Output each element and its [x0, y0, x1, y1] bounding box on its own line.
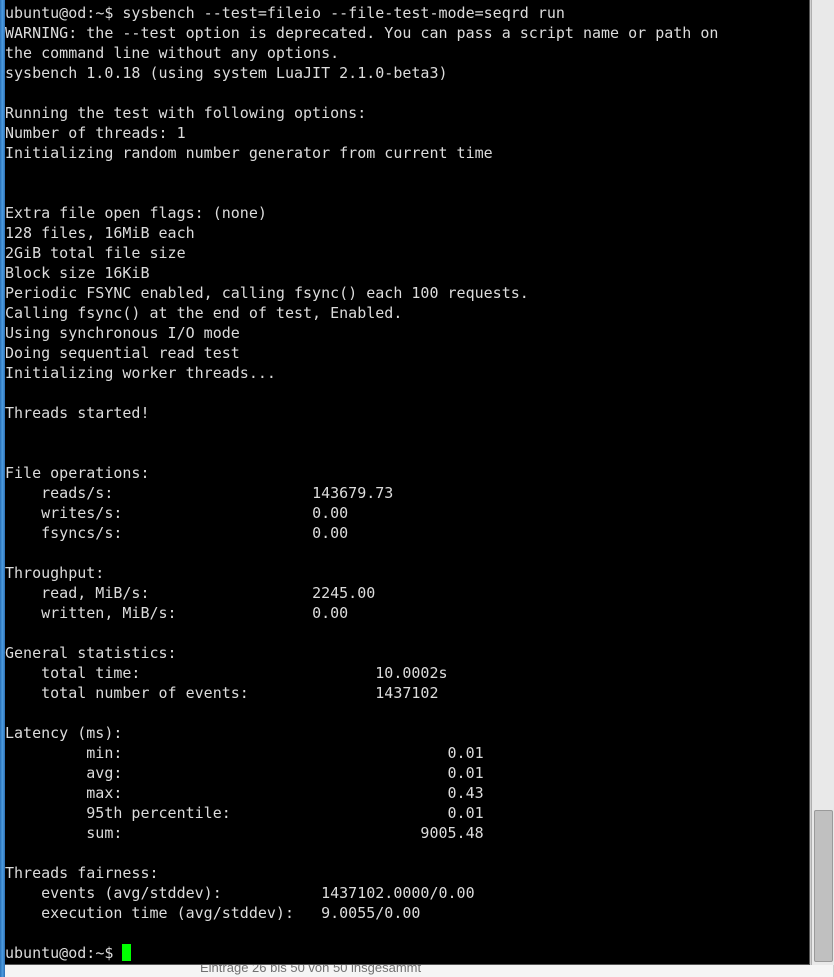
vertical-scrollbar[interactable]: [811, 0, 834, 965]
output-line: Number of threads: 1: [5, 123, 809, 143]
section-header: File operations:: [5, 463, 809, 483]
stat-label: events (avg/stddev):: [5, 884, 222, 902]
stat-value: 0.01: [448, 744, 484, 762]
blank-line: [5, 83, 809, 103]
blank-line: [5, 423, 809, 443]
stat-label: max:: [5, 784, 122, 802]
stat-line: avg: 0.01: [5, 763, 809, 783]
stat-label: fsyncs/s:: [5, 524, 122, 542]
prompt-user-host: ubuntu@od: [5, 4, 86, 22]
stat-value: 1437102: [375, 684, 438, 702]
prompt-path: ~: [95, 4, 104, 22]
stat-line: writes/s: 0.00: [5, 503, 809, 523]
section-header: General statistics:: [5, 643, 809, 663]
output-line: Doing sequential read test: [5, 343, 809, 363]
stat-label: read, MiB/s:: [5, 584, 150, 602]
stat-line: read, MiB/s: 2245.00: [5, 583, 809, 603]
stat-label: total time:: [5, 664, 140, 682]
stat-value: 0.00: [312, 504, 348, 522]
output-line: Periodic FSYNC enabled, calling fsync() …: [5, 283, 809, 303]
blank-line: [5, 703, 809, 723]
stat-label: total number of events:: [5, 684, 249, 702]
stat-value: 10.0002s: [375, 664, 447, 682]
output-line: Initializing random number generator fro…: [5, 143, 809, 163]
prompt-user-host: ubuntu@od: [5, 944, 86, 962]
output-line: Extra file open flags: (none): [5, 203, 809, 223]
background-window-text: Einträge 26 bis 50 von 50 insgesammt: [5, 965, 833, 977]
stat-label: avg:: [5, 764, 122, 782]
output-line: sysbench 1.0.18 (using system LuaJIT 2.1…: [5, 63, 809, 83]
output-line: the command line without any options.: [5, 43, 809, 63]
stat-line: events (avg/stddev): 1437102.0000/0.00: [5, 883, 809, 903]
stat-label: written, MiB/s:: [5, 604, 177, 622]
output-line: Threads started!: [5, 403, 809, 423]
stat-line: written, MiB/s: 0.00: [5, 603, 809, 623]
prompt-line: ubuntu@od:~$: [5, 943, 809, 963]
blank-line: [5, 383, 809, 403]
terminal-pane[interactable]: ubuntu@od:~$ sysbench --test=fileio --fi…: [5, 0, 810, 965]
stat-line: execution time (avg/stddev): 9.0055/0.00: [5, 903, 809, 923]
output-line: Initializing worker threads...: [5, 363, 809, 383]
command-line: ubuntu@od:~$ sysbench --test=fileio --fi…: [5, 3, 809, 23]
stat-line: total time: 10.0002s: [5, 663, 809, 683]
stat-line: min: 0.01: [5, 743, 809, 763]
stat-line: sum: 9005.48: [5, 823, 809, 843]
section-header: Throughput:: [5, 563, 809, 583]
stat-line: fsyncs/s: 0.00: [5, 523, 809, 543]
stat-label: reads/s:: [5, 484, 113, 502]
output-line: WARNING: the --test option is deprecated…: [5, 23, 809, 43]
stat-value: 0.01: [448, 764, 484, 782]
stat-value: 0.00: [312, 524, 348, 542]
stat-value: 1437102.0000/0.00: [321, 884, 475, 902]
stat-label: execution time (avg/stddev):: [5, 904, 294, 922]
scrollbar-thumb[interactable]: [814, 810, 833, 962]
stat-value: 0.01: [448, 804, 484, 822]
stat-value: 9.0055/0.00: [321, 904, 420, 922]
stat-value: 0.00: [312, 604, 348, 622]
stat-line: total number of events: 1437102: [5, 683, 809, 703]
stat-line: max: 0.43: [5, 783, 809, 803]
blank-line: [5, 183, 809, 203]
blank-line: [5, 163, 809, 183]
stat-value: 0.43: [448, 784, 484, 802]
output-line: 128 files, 16MiB each: [5, 223, 809, 243]
blank-line: [5, 923, 809, 943]
stat-value: 2245.00: [312, 584, 375, 602]
stat-line: reads/s: 143679.73: [5, 483, 809, 503]
blank-line: [5, 623, 809, 643]
stat-line: 95th percentile: 0.01: [5, 803, 809, 823]
output-line: Running the test with following options:: [5, 103, 809, 123]
section-header: Latency (ms):: [5, 723, 809, 743]
entered-command: sysbench --test=fileio --file-test-mode=…: [122, 4, 565, 22]
stat-label: min:: [5, 744, 122, 762]
stat-value: 9005.48: [420, 824, 483, 842]
cursor-icon: [122, 944, 131, 961]
output-line: 2GiB total file size: [5, 243, 809, 263]
output-line: Block size 16KiB: [5, 263, 809, 283]
blank-line: [5, 543, 809, 563]
section-header: Threads fairness:: [5, 863, 809, 883]
blank-line: [5, 443, 809, 463]
output-line: Calling fsync() at the end of test, Enab…: [5, 303, 809, 323]
stat-label: writes/s:: [5, 504, 122, 522]
stat-label: sum:: [5, 824, 122, 842]
prompt-path: ~: [95, 944, 104, 962]
stat-value: 143679.73: [312, 484, 393, 502]
blank-line: [5, 843, 809, 863]
pagination-text: Einträge 26 bis 50 von 50 insgesammt: [200, 965, 421, 975]
prompt-symbol: $: [104, 944, 113, 962]
stat-label: 95th percentile:: [5, 804, 231, 822]
prompt-symbol: $: [104, 4, 113, 22]
output-line: Using synchronous I/O mode: [5, 323, 809, 343]
